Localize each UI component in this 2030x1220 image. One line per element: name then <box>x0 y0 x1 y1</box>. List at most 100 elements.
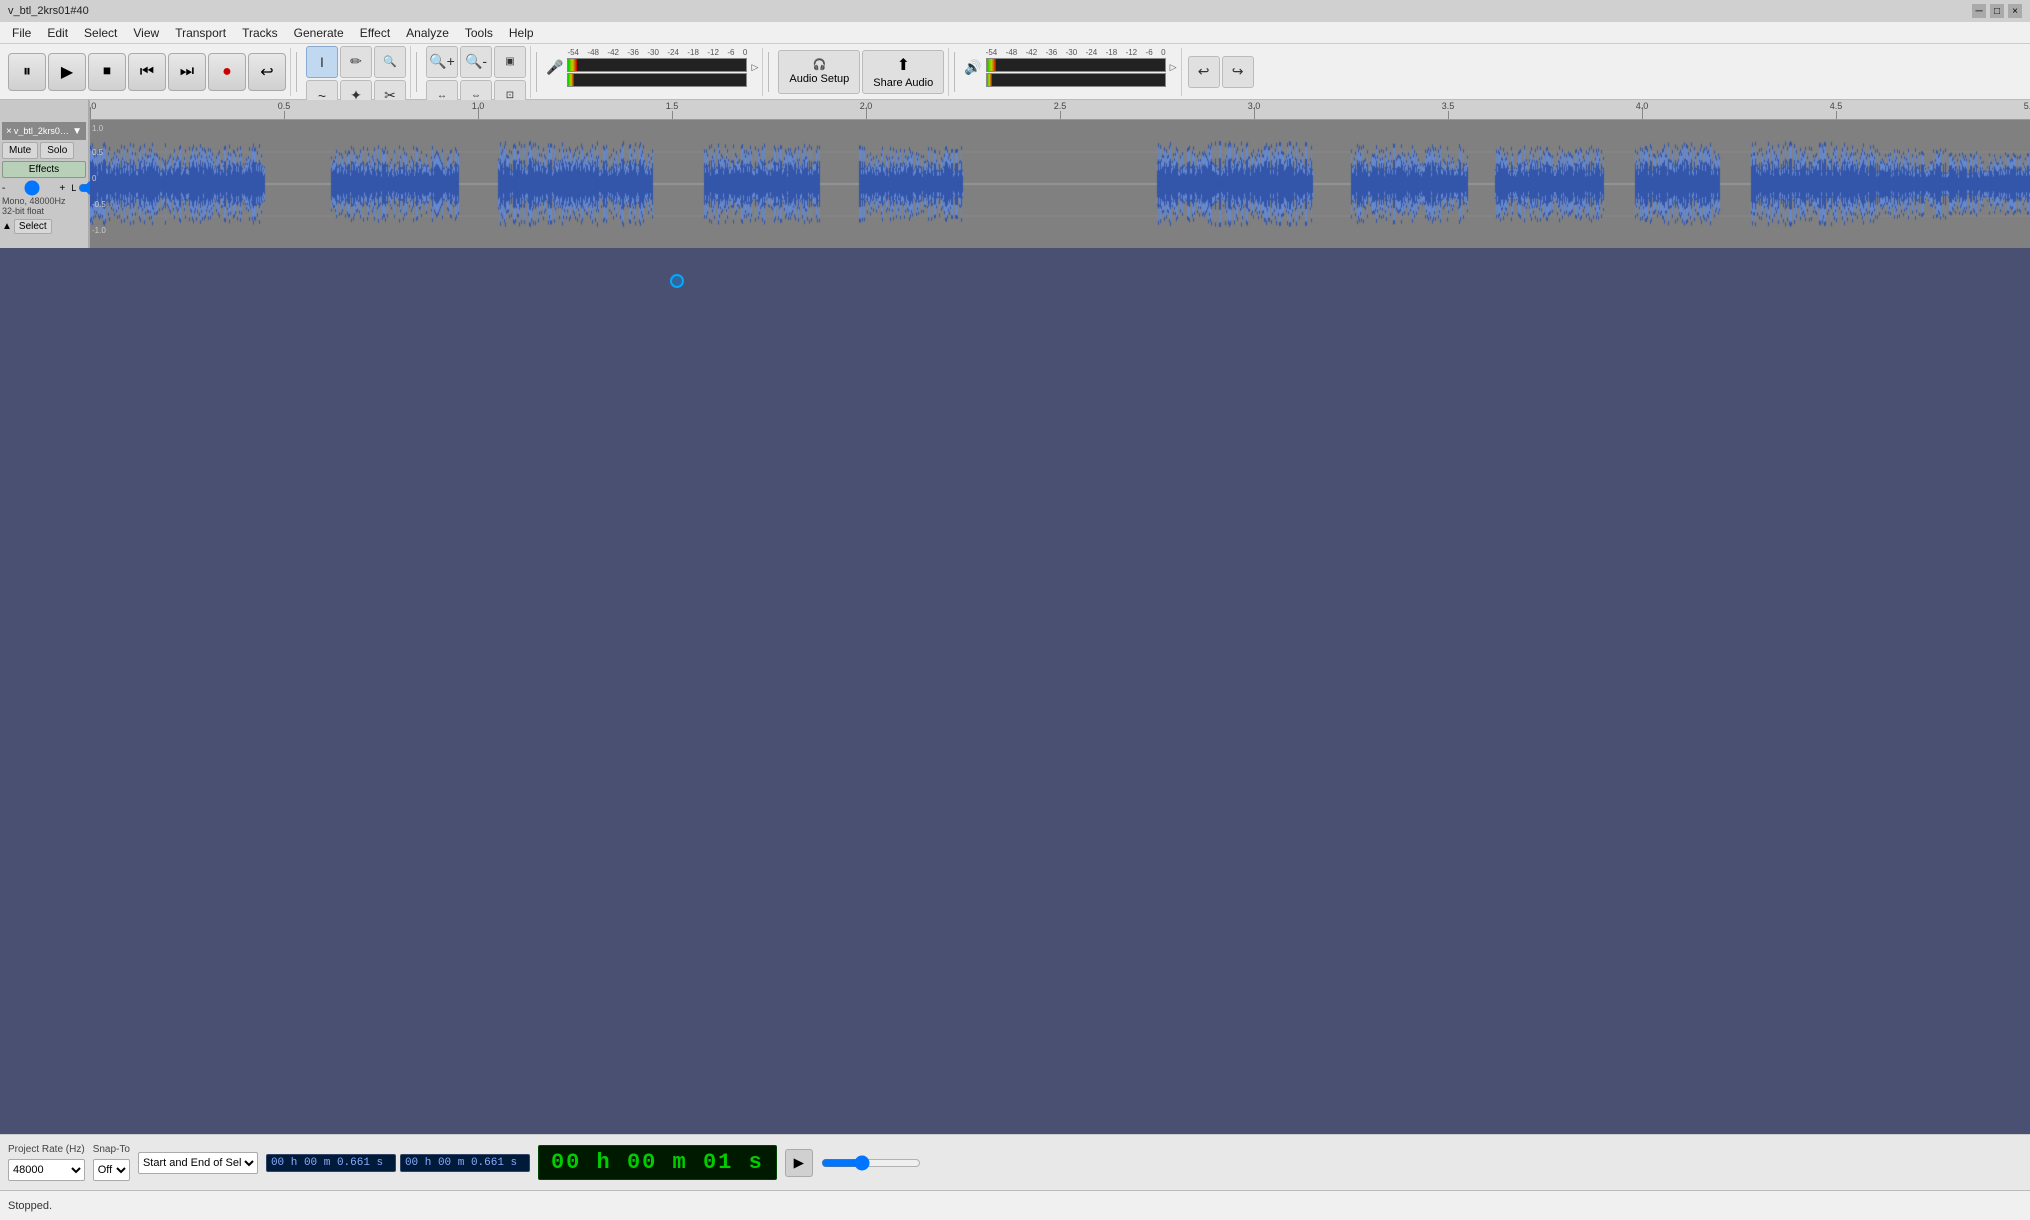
waveform-canvas[interactable] <box>90 120 2030 248</box>
draw-tool-icon: ✏ <box>350 53 362 70</box>
project-rate-select[interactable]: 48000 <box>8 1159 85 1181</box>
undo-icon: ↩ <box>1198 63 1210 80</box>
toolbar: ⏸ ▶ ⏹ ⏮ ⏭ ● ↩ I ✏ 🔍 <box>0 44 2030 100</box>
rewind-button[interactable]: ⏮ <box>128 53 166 91</box>
toolbar-separator-4 <box>768 52 769 92</box>
menu-edit[interactable]: Edit <box>39 24 76 42</box>
minimize-button[interactable]: ─ <box>1972 4 1986 18</box>
zoom-out-button[interactable]: 🔍- <box>460 46 492 78</box>
undo-button[interactable]: ↩ <box>1188 56 1220 88</box>
zoom-group: 🔍+ 🔍- ▣ ↔ ⇔ ⊡ <box>422 46 531 98</box>
output-vu-labels: -54 -48 -42 -36 -30 -24 -18 -12 -6 0 <box>986 48 1166 57</box>
audio-actions-group: 🎧 Audio Setup ⬆ Share Audio <box>774 48 949 96</box>
bottom-bar: Project Rate (Hz) 48000 Snap-To Off Star… <box>0 1134 2030 1190</box>
gain-slider[interactable] <box>7 182 57 194</box>
toolbar-separator-5 <box>954 52 955 92</box>
zoom-in-button[interactable]: 🔍+ <box>426 46 458 78</box>
input-vu-clip: ▷ <box>751 62 758 73</box>
snap-to-select[interactable]: Off <box>93 1159 130 1181</box>
input-vu-labels: -54 -48 -42 -36 -30 -24 -18 -12 -6 0 <box>567 48 747 57</box>
select-button[interactable]: Select <box>14 219 52 234</box>
share-audio-label: Share Audio <box>873 77 933 89</box>
title-text: v_btl_2krs01#40 <box>8 5 89 17</box>
maximize-button[interactable]: □ <box>1990 4 2004 18</box>
menu-select[interactable]: Select <box>76 24 125 42</box>
tools-row-1: I ✏ 🔍 <box>306 46 406 78</box>
menu-effect[interactable]: Effect <box>352 24 398 42</box>
zoom-row-1: 🔍+ 🔍- ▣ <box>426 46 526 78</box>
status-text: Stopped. <box>8 1200 52 1212</box>
input-vu-bar[interactable] <box>567 58 747 72</box>
effects-button[interactable]: Effects <box>2 161 86 178</box>
time-inputs-section <box>266 1154 530 1172</box>
input-vu-bar-2[interactable] <box>567 73 747 87</box>
menu-transport[interactable]: Transport <box>167 24 234 42</box>
menu-bar: File Edit Select View Transport Tracks G… <box>0 22 2030 44</box>
fastforward-button[interactable]: ⏭ <box>168 53 206 91</box>
menu-view[interactable]: View <box>125 24 167 42</box>
snap-mode-select[interactable]: Start and End of Selection <box>138 1152 258 1174</box>
title-bar: v_btl_2krs01#40 ─ □ × <box>0 0 2030 22</box>
snap-to-section: Snap-To Off <box>93 1144 130 1181</box>
select-tool-icon: I <box>320 54 324 70</box>
menu-help[interactable]: Help <box>501 24 542 42</box>
time-end-input[interactable] <box>400 1154 530 1172</box>
menu-analyze[interactable]: Analyze <box>398 24 457 42</box>
output-vu-fill <box>987 59 996 71</box>
audio-setup-button[interactable]: 🎧 Audio Setup <box>778 50 860 94</box>
gain-plus-label: + <box>59 183 65 194</box>
audio-setup-label: Audio Setup <box>789 73 849 85</box>
track-menu-icon[interactable]: ▼ <box>72 126 82 137</box>
menu-tracks[interactable]: Tracks <box>234 24 286 42</box>
stop-icon: ⏹ <box>103 63 111 81</box>
mute-button[interactable]: Mute <box>2 142 38 159</box>
zoom-selection-icon: ▣ <box>505 56 514 67</box>
zoom-out-icon: 🔍- <box>465 53 487 70</box>
input-vu-fill <box>568 59 577 71</box>
status-bar: Stopped. <box>0 1190 2030 1220</box>
stop-button[interactable]: ⏹ <box>88 53 126 91</box>
fastforward-icon: ⏭ <box>180 63 194 81</box>
close-button[interactable]: × <box>2008 4 2022 18</box>
select-tool-button[interactable]: I <box>306 46 338 78</box>
track-title-bar: × v_btl_2krs01#40 ▼ <box>2 122 86 140</box>
rewind-icon: ⏮ <box>140 63 154 81</box>
zoom-selection-button[interactable]: ▣ <box>494 46 526 78</box>
output-vu-row: 🔊 -54 -48 -42 -36 -30 -24 -18 -12 -6 0 <box>964 48 1176 87</box>
draw-tool-button[interactable]: ✏ <box>340 46 372 78</box>
play-button[interactable]: ▶ <box>48 53 86 91</box>
collapse-icon[interactable]: ▲ <box>2 221 12 232</box>
pause-button[interactable]: ⏸ <box>8 53 46 91</box>
menu-tools[interactable]: Tools <box>457 24 501 42</box>
ruler-container: 0.00.51.01.52.02.53.03.54.04.55.0 <box>0 100 2030 120</box>
cursor-dot <box>670 274 684 288</box>
record-button[interactable]: ● <box>208 53 246 91</box>
playback-play-button[interactable]: ▶ <box>785 1149 813 1177</box>
output-vu-bar-2[interactable] <box>986 73 1166 87</box>
menu-file[interactable]: File <box>4 24 39 42</box>
gain-minus-label: - <box>2 183 5 194</box>
pan-l-label: L <box>71 183 76 193</box>
speed-slider[interactable] <box>821 1155 921 1171</box>
main-time-display: 00 h 00 m 01 s <box>538 1145 777 1180</box>
ruler[interactable]: 0.00.51.01.52.02.53.03.54.04.55.0 <box>90 100 2030 120</box>
title-controls: ─ □ × <box>1972 4 2022 18</box>
track-mute-solo: Mute Solo <box>2 142 86 159</box>
zoom-tool-button[interactable]: 🔍 <box>374 46 406 78</box>
speed-section <box>821 1155 921 1171</box>
toolbar-separator-1 <box>296 52 297 92</box>
menu-generate[interactable]: Generate <box>286 24 352 42</box>
zoom-tool-icon: 🔍 <box>383 55 397 68</box>
redo-button[interactable]: ↪ <box>1222 56 1254 88</box>
output-vu-fill-2 <box>987 74 992 86</box>
loop-button[interactable]: ↩ <box>248 53 286 91</box>
input-vu-fill-2 <box>568 74 573 86</box>
waveform-area[interactable]: 1.0 0.5 0 -0.5 -1.0 <box>90 120 2030 248</box>
solo-button[interactable]: Solo <box>40 142 74 159</box>
time-start-input[interactable] <box>266 1154 396 1172</box>
share-audio-button[interactable]: ⬆ Share Audio <box>862 50 944 94</box>
share-audio-icon: ⬆ <box>897 55 910 75</box>
input-vu-group: 🎤 -54 -48 -42 -36 -30 -24 -18 -12 -6 0 <box>542 48 763 96</box>
mic-icon: 🎤 <box>546 59 563 76</box>
output-vu-bar[interactable] <box>986 58 1166 72</box>
